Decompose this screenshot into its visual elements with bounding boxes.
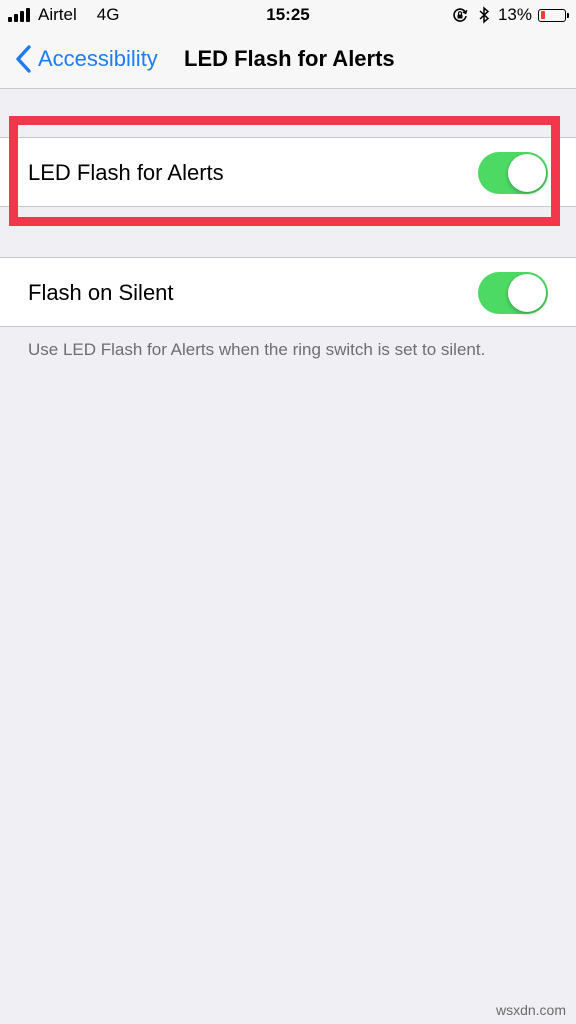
flash-on-silent-row: Flash on Silent (0, 257, 576, 327)
battery-icon (538, 8, 569, 22)
back-button[interactable]: Accessibility (14, 42, 158, 76)
back-label: Accessibility (38, 46, 158, 71)
chevron-left-icon (16, 45, 31, 73)
battery-percent: 13% (497, 5, 532, 24)
flash-on-silent-toggle[interactable] (478, 272, 548, 314)
flash-on-silent-label: Flash on Silent (28, 280, 174, 305)
navigation-bar: Accessibility LED Flash for Alerts (0, 30, 576, 89)
watermark: wsxdn.com (495, 1002, 566, 1018)
status-right: 13% (452, 5, 569, 25)
highlight-box (9, 116, 560, 226)
status-bar: Airtel 4G 15:25 13% (0, 0, 576, 30)
footer-note: Use LED Flash for Alerts when the ring s… (28, 340, 486, 359)
battery-level (540, 11, 545, 19)
toggle-knob (508, 274, 546, 312)
bluetooth-icon (479, 6, 490, 24)
orientation-lock-icon (453, 8, 468, 22)
page-title: LED Flash for Alerts (184, 46, 395, 71)
